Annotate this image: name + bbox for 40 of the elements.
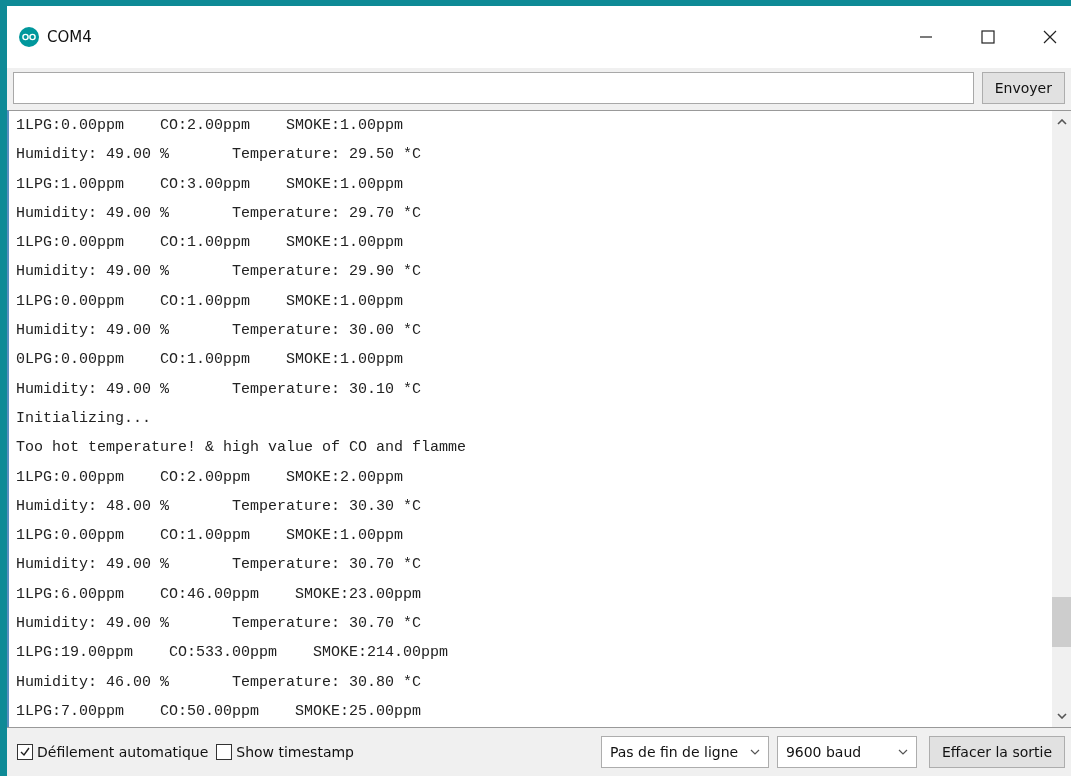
output-line: Humidity: 49.00 % Temperature: 29.70 *C (16, 203, 423, 224)
output-line: Humidity: 49.00 % Temperature: 30.10 *C (16, 379, 423, 400)
chevron-down-icon (897, 749, 908, 755)
output-line: Humidity: 49.00 % Temperature: 30.70 *C (16, 555, 423, 576)
dropdown[interactable]: 9600 baud (776, 736, 917, 768)
output-line: Humidity: 46.00 % Temperature: 30.80 *C (16, 672, 423, 693)
checkbox[interactable] (216, 744, 233, 760)
window-title: COM4 (47, 28, 92, 46)
output-line: 1LPG:6.00ppm CO:46.00ppm SMOKE:23.00ppm (16, 584, 423, 605)
chevron-down-icon (749, 749, 760, 755)
clear-output-button[interactable]: Effacer la sortie (928, 736, 1065, 768)
scroll-up-icon[interactable] (1056, 119, 1067, 125)
output-line: 1LPG:0.00ppm CO:1.00ppm SMOKE:1.00ppm (16, 233, 405, 254)
output-line: 1LPG:0.00ppm CO:2.00ppm SMOKE:1.00ppm (16, 116, 405, 136)
message-input-field[interactable] (13, 72, 974, 104)
output-line: 1LPG:19.00ppm CO:533.00ppm SMOKE:214.00ppm (16, 643, 450, 664)
output-line: Initializing... (16, 408, 153, 429)
scrollbar[interactable] (1052, 111, 1071, 727)
output-line: Humidity: 49.00 % Temperature: 30.00 *C (16, 321, 423, 342)
output-line: Humidity: 48.00 % Temperature: 30.30 *C (16, 496, 423, 517)
dropdown[interactable]: Pas de fin de ligne (600, 736, 769, 768)
checkbox-option[interactable]: Défilement automatique (17, 744, 209, 760)
scrollbar-thumb[interactable] (1052, 597, 1071, 647)
output-line: 1LPG:1.00ppm CO:3.00ppm SMOKE:1.00ppm (16, 174, 405, 195)
output-line: Humidity: 49.00 % Temperature: 30.70 *C (16, 614, 423, 635)
maximize-icon[interactable] (981, 30, 995, 44)
output-line: Too hot temperature! & high value of CO and flamme (16, 438, 468, 459)
output-line: 1LPG:0.00ppm CO:1.00ppm SMOKE:1.00ppm (16, 526, 405, 547)
output-line: 1LPG:0.00ppm CO:1.00ppm SMOKE:1.00ppm (16, 291, 405, 312)
output-line: Humidity: 49.00 % Temperature: 29.90 *C (16, 262, 423, 283)
close-icon[interactable] (1043, 30, 1057, 44)
output-line: Humidity: 49.00 % Temperature: 29.50 *C (16, 145, 423, 166)
scroll-down-icon[interactable] (1056, 713, 1067, 719)
output-line: 1LPG:7.00ppm CO:50.00ppm SMOKE:25.00ppm (16, 701, 423, 722)
output-line: 0LPG:0.00ppm CO:1.00ppm SMOKE:1.00ppm (16, 350, 405, 371)
app-logo-icon (19, 27, 39, 47)
checkbox[interactable] (17, 744, 33, 760)
output-line: 1LPG:0.00ppm CO:2.00ppm SMOKE:2.00ppm (16, 467, 405, 488)
checkbox-option[interactable]: Show timestamp (216, 744, 354, 760)
send-button[interactable]: Envoyer (981, 72, 1065, 104)
